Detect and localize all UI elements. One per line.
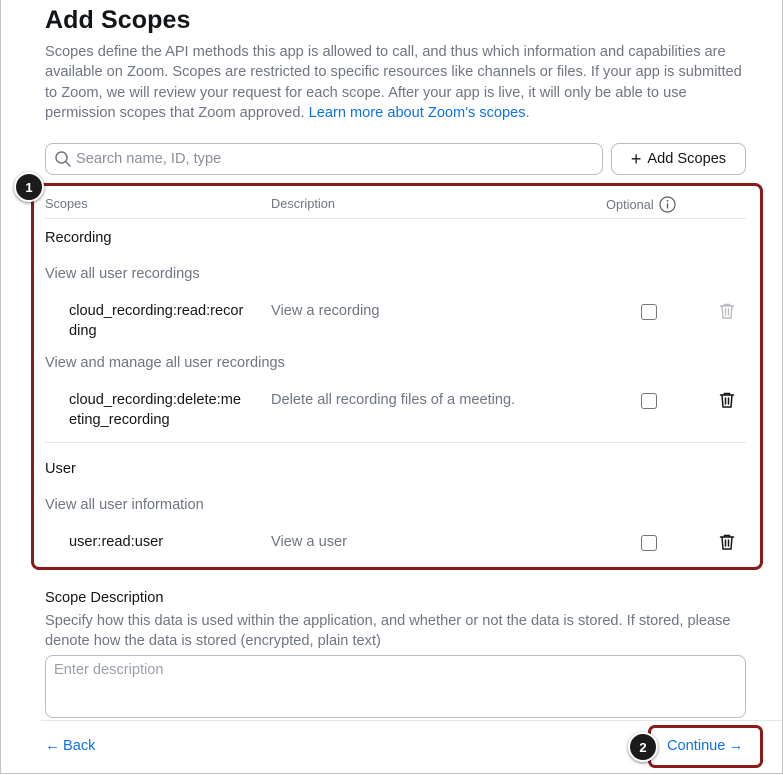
subgroup-view-recordings: View all user recordings — [45, 266, 200, 282]
search-input[interactable] — [76, 144, 596, 174]
info-icon[interactable] — [659, 196, 676, 213]
back-button[interactable]: ← Back — [45, 737, 95, 754]
scope-description-title: Scope Description — [45, 590, 164, 606]
scope-description-field[interactable] — [45, 655, 746, 718]
continue-label: Continue — [667, 737, 726, 754]
arrow-left-icon: ← — [45, 737, 60, 754]
column-header-description: Description — [271, 196, 336, 211]
scope-name: cloud_recording:read:recording — [69, 303, 244, 339]
header-divider — [45, 218, 746, 219]
subgroup-view-user-info: View all user information — [45, 497, 204, 513]
add-scopes-panel: Add Scopes Scopes define the API methods… — [0, 0, 783, 774]
trash-icon[interactable] — [718, 302, 736, 320]
arrow-right-icon: → — [728, 737, 744, 754]
trash-icon[interactable] — [718, 533, 736, 551]
optional-checkbox[interactable] — [641, 304, 657, 320]
callout-badge-1: 1 — [14, 172, 44, 202]
search-field[interactable] — [45, 143, 603, 175]
callout-badge-2: 2 — [628, 732, 658, 762]
optional-label: Optional — [606, 197, 654, 212]
column-header-optional: Optional — [606, 196, 676, 213]
optional-checkbox[interactable] — [641, 393, 657, 409]
column-header-scopes: Scopes — [45, 196, 88, 211]
scope-name: user:read:user — [69, 534, 164, 550]
add-scopes-button[interactable]: + Add Scopes — [611, 143, 746, 175]
plus-icon: + — [630, 149, 642, 169]
scope-description: Delete all recording files of a meeting. — [271, 392, 516, 408]
intro-text: Scopes define the API methods this app i… — [45, 42, 750, 123]
continue-button[interactable]: Continue → — [667, 737, 743, 754]
learn-more-link[interactable]: Learn more about Zoom's scopes — [309, 105, 526, 121]
scope-description: View a user — [271, 534, 347, 550]
group-title-user: User — [45, 461, 76, 477]
footer-divider — [41, 720, 782, 721]
scope-description-textarea[interactable] — [46, 656, 745, 717]
add-scopes-label: Add Scopes — [647, 151, 727, 167]
page-title: Add Scopes — [45, 6, 191, 34]
optional-checkbox[interactable] — [641, 535, 657, 551]
scope-name: cloud_recording:delete:meeting_recording — [69, 392, 241, 428]
trash-icon[interactable] — [718, 391, 736, 409]
search-icon — [55, 151, 71, 167]
subgroup-manage-recordings: View and manage all user recordings — [45, 355, 285, 371]
intro-period: . — [525, 104, 530, 121]
group-divider — [45, 442, 746, 443]
group-title-recording: Recording — [45, 230, 112, 246]
scope-description-help: Specify how this data is used within the… — [45, 613, 731, 649]
scope-description: View a recording — [271, 303, 380, 319]
back-label: Back — [63, 737, 96, 754]
